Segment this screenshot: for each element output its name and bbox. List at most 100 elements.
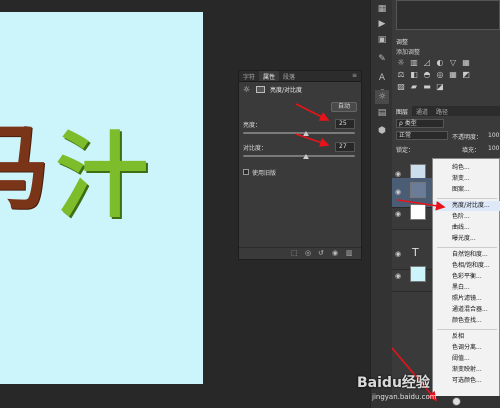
menu-separator xyxy=(437,247,497,248)
channel-mixer-icon[interactable]: ◎ xyxy=(435,70,445,79)
menu-item[interactable]: 可选颜色... xyxy=(433,376,500,386)
3d-icon[interactable]: ⬢ xyxy=(375,124,389,138)
actions-icon[interactable]: ▶ xyxy=(375,17,389,31)
visibility-eye-icon[interactable]: ◉ xyxy=(395,188,401,196)
contrast-slider-knob[interactable] xyxy=(302,154,309,159)
contrast-value-input[interactable]: 27 xyxy=(335,142,355,152)
blend-mode-select[interactable]: 正常 xyxy=(396,131,448,140)
selective-color-icon[interactable]: ◪ xyxy=(435,82,445,91)
contrast-slider-track[interactable] xyxy=(243,155,355,157)
mask-icon[interactable] xyxy=(256,86,265,93)
menu-item[interactable]: 渐变... xyxy=(433,174,500,184)
auto-button[interactable]: 自动 xyxy=(331,102,357,112)
sun-icon: ☼ xyxy=(243,85,251,94)
brightness-label: 亮度： xyxy=(243,122,262,129)
menu-item[interactable]: 曲线... xyxy=(433,223,500,233)
history-icon[interactable]: ▦ xyxy=(375,2,389,16)
opacity-value[interactable]: 100 xyxy=(488,132,499,139)
trash-icon[interactable]: ▥ xyxy=(346,249,353,257)
tab-paragraph[interactable]: 段落 xyxy=(279,71,299,81)
properties-icon[interactable]: ▤ xyxy=(375,106,389,120)
bw-icon[interactable]: ◧ xyxy=(409,70,419,79)
menu-item[interactable]: 反相 xyxy=(433,332,500,342)
menu-item[interactable]: 色调分离... xyxy=(433,343,500,353)
menu-item[interactable]: 色相/饱和度... xyxy=(433,261,500,271)
threshold-icon[interactable]: ▰ xyxy=(409,82,419,91)
invert-icon[interactable]: ◩ xyxy=(461,70,471,79)
adjustment-header: ☼ 亮度/对比度 xyxy=(243,85,359,95)
watermark-url: jingyan.baidu.com xyxy=(372,393,437,401)
fill-label: 填充： xyxy=(462,147,481,154)
glyph-left: 马 xyxy=(0,114,51,222)
visibility-eye-icon[interactable]: ◉ xyxy=(395,272,401,280)
navigator-preview xyxy=(396,0,500,30)
adjustment-menu: 纯色... 渐变... 图案... 亮度/对比度... 色阶... 曲线... 曝光度...… xyxy=(432,158,500,408)
document-canvas[interactable]: 马 汁 xyxy=(0,12,203,384)
exposure-icon[interactable]: ◐ xyxy=(435,58,445,67)
layer-row-image[interactable]: ◉ xyxy=(392,200,432,230)
lookup-icon[interactable]: ▦ xyxy=(448,70,458,79)
layer-thumbnail xyxy=(410,182,426,198)
levels-icon[interactable]: ▥ xyxy=(409,58,419,67)
color-balance-icon[interactable]: ⚖ xyxy=(396,70,406,79)
photo-filter-icon[interactable]: ◓ xyxy=(422,70,432,79)
tab-properties[interactable]: 属性 xyxy=(259,71,280,81)
tab-character[interactable]: 字符 xyxy=(239,71,259,81)
view-previous-icon[interactable]: ◎ xyxy=(305,249,311,257)
menu-item[interactable]: 色彩平衡... xyxy=(433,272,500,282)
menu-separator xyxy=(437,329,497,330)
watermark-logo: Baidu经验 xyxy=(357,375,430,391)
layers-tabbar: 图层 通道 路径 xyxy=(392,106,500,116)
posterize-icon[interactable]: ▨ xyxy=(396,82,406,91)
reset-icon[interactable]: ↺ xyxy=(318,249,324,257)
brightness-slider-knob[interactable] xyxy=(302,131,309,136)
info-icon[interactable]: ▣ xyxy=(375,33,389,47)
adjustment-icons: ☼ ▥ ◿ ◐ ▽ ▦ ⚖ ◧ ◓ ◎ ▦ ◩ ▨ ▰ ▬ ◪ xyxy=(396,58,500,94)
menu-item[interactable]: 色阶... xyxy=(433,212,500,222)
brightness-slider-track[interactable] xyxy=(243,132,355,134)
menu-item[interactable]: 自然饱和度... xyxy=(433,250,500,260)
panel-menu-icon[interactable]: ≡ xyxy=(348,71,361,81)
menu-item[interactable]: 图案... xyxy=(433,185,500,195)
visibility-eye-icon[interactable]: ◉ xyxy=(395,170,401,178)
add-adjustment-label: 添加调整 xyxy=(396,49,421,56)
legacy-checkbox[interactable] xyxy=(243,169,249,175)
menu-item[interactable]: 通道混合器... xyxy=(433,305,500,315)
menu-item[interactable]: 渐变映射... xyxy=(433,365,500,375)
visibility-eye-icon[interactable]: ◉ xyxy=(395,250,401,258)
legacy-label: 使用旧版 xyxy=(252,170,277,177)
lock-label: 锁定： xyxy=(396,147,415,154)
adjustments-tab[interactable]: 调整 xyxy=(396,37,408,46)
menu-item[interactable]: 阈值... xyxy=(433,354,500,364)
menu-item[interactable]: 亮度/对比度... xyxy=(433,201,500,211)
fill-value[interactable]: 100 xyxy=(488,145,499,152)
clip-icon[interactable]: ⬚ xyxy=(291,249,298,257)
tab-layers[interactable]: 图层 xyxy=(392,106,413,116)
adjust-dock-icon[interactable]: ☼ xyxy=(375,90,389,104)
hue-icon[interactable]: ▦ xyxy=(461,58,471,67)
brightness-icon[interactable]: ☼ xyxy=(396,58,406,67)
menu-item[interactable]: 黑白... xyxy=(433,283,500,293)
menu-item[interactable]: 曝光度... xyxy=(433,234,500,244)
gradient-map-icon[interactable]: ▬ xyxy=(422,82,432,91)
tab-paths[interactable]: 路径 xyxy=(432,106,452,116)
tab-channels[interactable]: 通道 xyxy=(412,106,432,116)
brush-icon[interactable]: ✎ xyxy=(375,52,389,66)
document-workspace: 马 汁 字符 属性 段落 ≡ ☼ 亮度/对比度 自动 亮度： 25 对比度： 2… xyxy=(0,0,370,408)
character-icon[interactable]: A xyxy=(375,71,389,85)
vibrance-icon[interactable]: ▽ xyxy=(448,58,458,67)
layer-row-background[interactable]: ◉ xyxy=(392,262,432,292)
menu-item[interactable]: 纯色... xyxy=(433,163,500,173)
brightness-value-input[interactable]: 25 xyxy=(335,119,355,129)
panel-dock: ▦ ▶ ▣ ✎ A ¶ ☼ ▤ ⬢ xyxy=(370,0,392,408)
new-adjustment-icon[interactable] xyxy=(452,397,461,406)
properties-tabbar: 字符 属性 段落 ≡ xyxy=(239,71,361,82)
curves-icon[interactable]: ◿ xyxy=(422,58,432,67)
contrast-label: 对比度： xyxy=(243,145,268,152)
layer-kind-filter[interactable]: ρ 类型 xyxy=(396,119,444,128)
visibility-icon[interactable]: ◉ xyxy=(332,249,338,257)
menu-item[interactable]: 颜色查找... xyxy=(433,316,500,326)
visibility-eye-icon[interactable]: ◉ xyxy=(395,210,401,218)
text-layer-icon: T xyxy=(412,246,419,259)
menu-item[interactable]: 照片滤镜... xyxy=(433,294,500,304)
